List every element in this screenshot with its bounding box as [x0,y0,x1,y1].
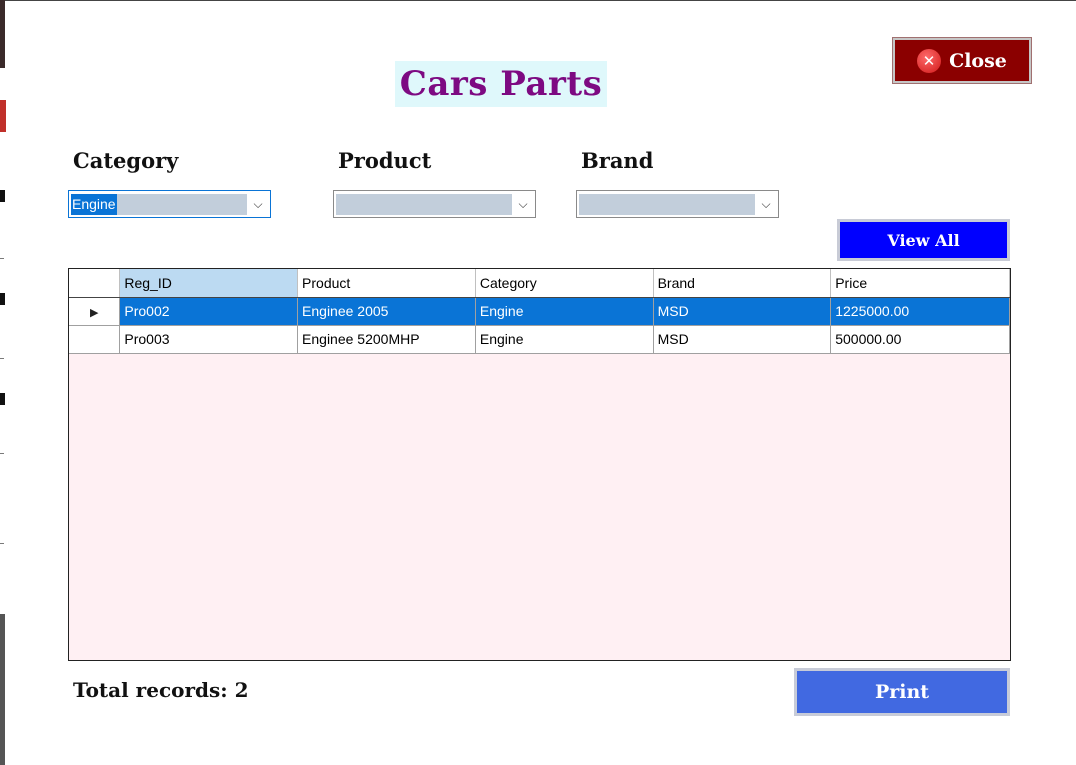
cell-brand[interactable]: MSD [653,325,832,354]
total-records-label: Total records: 2 [73,678,249,702]
brand-label: Brand [581,148,654,173]
close-icon: ✕ [917,48,942,73]
background-window-image [0,0,5,68]
product-dropdown-value [336,194,512,215]
brand-dropdown-value [579,194,755,215]
column-header-reg-id[interactable]: Reg_ID [119,269,299,298]
cell-price[interactable]: 1225000.00 [830,297,1010,326]
table-row[interactable]: Pro003 Enginee 5200MHP Engine MSD 500000… [69,325,1010,354]
background-window-title-fragment [0,100,6,132]
background-window-edge [0,0,1076,1]
close-button[interactable]: ✕ Close [892,37,1032,84]
category-dropdown-value-area: Engine [71,194,247,215]
background-window-label-fragment [0,190,5,202]
category-dropdown-value: Engine [71,194,117,215]
product-label: Product [338,148,432,173]
cell-category[interactable]: Engine [475,325,654,354]
row-header[interactable] [69,325,121,354]
cell-price[interactable]: 500000.00 [830,325,1010,354]
print-button[interactable]: Print [794,668,1010,716]
background-window-divider [0,258,4,259]
background-window-divider [0,543,4,544]
cell-brand[interactable]: MSD [653,297,832,326]
background-window-panel [0,614,5,765]
cell-product[interactable]: Enginee 2005 [297,297,476,326]
row-header[interactable]: ▶ [69,297,121,326]
grid-corner-cell[interactable] [69,269,121,298]
cell-category[interactable]: Engine [475,297,654,326]
row-pointer-icon: ▶ [89,306,99,319]
chevron-down-icon[interactable]: ⌵ [756,194,776,215]
cell-product[interactable]: Enginee 5200MHP [297,325,476,354]
column-header-brand[interactable]: Brand [653,269,832,298]
page-title: Cars Parts [395,61,607,107]
brand-dropdown[interactable]: ⌵ [576,190,779,218]
background-window-divider [0,453,4,454]
background-window-divider [0,358,4,359]
background-window-label-fragment [0,293,5,305]
view-all-button[interactable]: View All [837,219,1010,261]
category-dropdown[interactable]: Engine ⌵ [68,190,271,218]
cell-reg-id[interactable]: Pro002 [119,297,299,326]
product-dropdown[interactable]: ⌵ [333,190,536,218]
column-header-category[interactable]: Category [475,269,654,298]
chevron-down-icon[interactable]: ⌵ [513,194,533,215]
cell-reg-id[interactable]: Pro003 [119,325,299,354]
parts-data-grid[interactable]: Reg_ID Product Category Brand Price ▶ Pr… [68,268,1011,661]
column-header-price[interactable]: Price [830,269,1010,298]
close-button-label: Close [949,49,1007,72]
category-label: Category [73,148,179,173]
background-window-label-fragment [0,393,5,405]
table-row[interactable]: ▶ Pro002 Enginee 2005 Engine MSD 1225000… [69,297,1010,326]
grid-header-row: Reg_ID Product Category Brand Price [69,269,1010,298]
column-header-product[interactable]: Product [297,269,476,298]
chevron-down-icon[interactable]: ⌵ [248,194,268,215]
